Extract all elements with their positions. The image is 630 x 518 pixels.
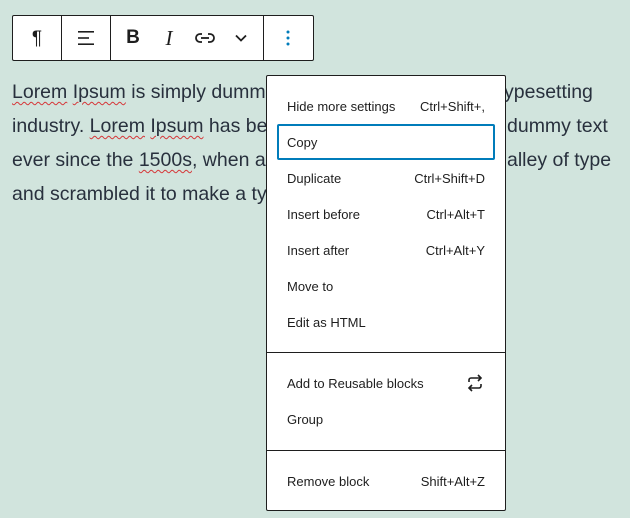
menu-item-label: Move to [287, 278, 334, 294]
paragraph-text: , when a [191, 149, 266, 171]
bold-button[interactable]: B [115, 16, 151, 60]
options-group [263, 16, 312, 60]
pilcrow-icon: ¶ [31, 27, 43, 49]
menu-item-label: Duplicate [287, 170, 342, 186]
menu-item-hide-more-settings[interactable]: Hide more settings Ctrl+Shift+, [277, 88, 495, 124]
menu-item-add-to-reusable-blocks[interactable]: Add to Reusable blocks [277, 365, 495, 401]
paragraph-text: dummy text [507, 115, 608, 137]
menu-item-move-to[interactable]: Move to [277, 268, 495, 304]
spellcheck-word: Ipsum [150, 115, 204, 137]
reusable-block-icon [467, 374, 483, 392]
menu-item-label: Copy [287, 134, 318, 150]
menu-item-insert-before[interactable]: Insert before Ctrl+Alt+T [277, 196, 495, 232]
menu-item-label: Insert after [287, 242, 350, 258]
align-button[interactable] [62, 16, 110, 60]
menu-item-group[interactable]: Group [277, 401, 495, 437]
more-options-button[interactable] [264, 16, 312, 60]
menu-item-label: Insert before [287, 206, 360, 222]
spellcheck-word: Ipsum [72, 81, 126, 103]
menu-group-remove: Remove block Shift+Alt+Z [267, 450, 505, 510]
menu-item-label: Remove block [287, 473, 370, 489]
block-toolbar: ¶ B I [12, 15, 314, 61]
paragraph-text: ypesetting [504, 81, 593, 103]
paragraph-text: alley of type [507, 149, 612, 171]
chevron-down-icon [235, 34, 247, 42]
link-button[interactable] [187, 16, 223, 60]
spellcheck-word: Lorem [89, 115, 145, 137]
menu-item-copy[interactable]: Copy [277, 124, 495, 160]
menu-item-shortcut: Ctrl+Shift+, [419, 98, 485, 114]
more-vertical-icon [286, 30, 290, 46]
paragraph-text: is simply dumm [125, 81, 266, 103]
menu-group-reusable: Add to Reusable blocks Group [267, 352, 505, 450]
paragraph-text: industry. [12, 115, 90, 137]
menu-item-label: Edit as HTML [287, 314, 366, 330]
paragraph-text: and scrambled it to make a ty [12, 183, 267, 205]
menu-item-label: Hide more settings [287, 98, 396, 114]
menu-item-shortcut: Ctrl+Shift+D [414, 170, 485, 186]
menu-item-shortcut: Ctrl+Alt+Y [425, 242, 485, 258]
paragraph-block-button[interactable]: ¶ [13, 16, 61, 60]
italic-icon: I [165, 25, 173, 50]
paragraph-text: ever since the [12, 149, 139, 171]
bold-icon: B [126, 27, 140, 48]
spellcheck-word: Lorem [12, 81, 68, 103]
alignment-group [61, 16, 110, 60]
menu-item-label: Group [287, 411, 324, 427]
align-left-icon [78, 31, 94, 45]
menu-item-shortcut: Shift+Alt+Z [420, 473, 485, 489]
menu-item-insert-after[interactable]: Insert after Ctrl+Alt+Y [277, 232, 495, 268]
menu-item-edit-as-html[interactable]: Edit as HTML [277, 304, 495, 340]
formatting-group: B I [110, 16, 263, 60]
block-options-menu: Hide more settings Ctrl+Shift+, Copy Dup… [266, 75, 506, 511]
menu-item-duplicate[interactable]: Duplicate Ctrl+Shift+D [277, 160, 495, 196]
spellcheck-word: 1500s [138, 149, 192, 171]
menu-group-tools: Hide more settings Ctrl+Shift+, Copy Dup… [267, 76, 505, 352]
block-type-group: ¶ [13, 16, 61, 60]
link-icon [195, 33, 215, 43]
menu-item-label: Add to Reusable blocks [287, 375, 424, 391]
italic-button[interactable]: I [151, 16, 187, 60]
paragraph-text: has be [203, 115, 268, 137]
more-formats-button[interactable] [223, 16, 259, 60]
menu-item-remove-block[interactable]: Remove block Shift+Alt+Z [277, 463, 495, 499]
menu-item-shortcut: Ctrl+Alt+T [426, 206, 485, 222]
